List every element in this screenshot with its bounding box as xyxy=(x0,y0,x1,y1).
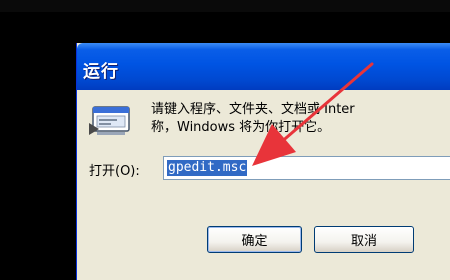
cancel-button[interactable]: 取消 xyxy=(314,226,414,253)
description-text: 请键入程序、文件夹、文档或 Inter 称，Windows 将为你打开它。 xyxy=(151,101,450,137)
open-label: 打开(O): xyxy=(89,164,140,179)
run-program-icon xyxy=(89,106,130,135)
screen-background-strip xyxy=(0,0,450,12)
window-title: 运行 xyxy=(83,62,119,82)
command-input[interactable]: gpedit.msc xyxy=(163,156,450,180)
description-line-1: 请键入程序、文件夹、文档或 Inter xyxy=(151,102,355,117)
command-input-value: gpedit.msc xyxy=(167,160,248,176)
ok-button[interactable]: 确定 xyxy=(207,226,302,253)
run-dialog: 运行 请键入程序、文件夹、文档或 Inter 称，Windows 将为你打开它。… xyxy=(76,43,450,280)
description-line-2: 称，Windows 将为你打开它。 xyxy=(151,120,331,135)
title-bar[interactable]: 运行 xyxy=(77,43,450,90)
